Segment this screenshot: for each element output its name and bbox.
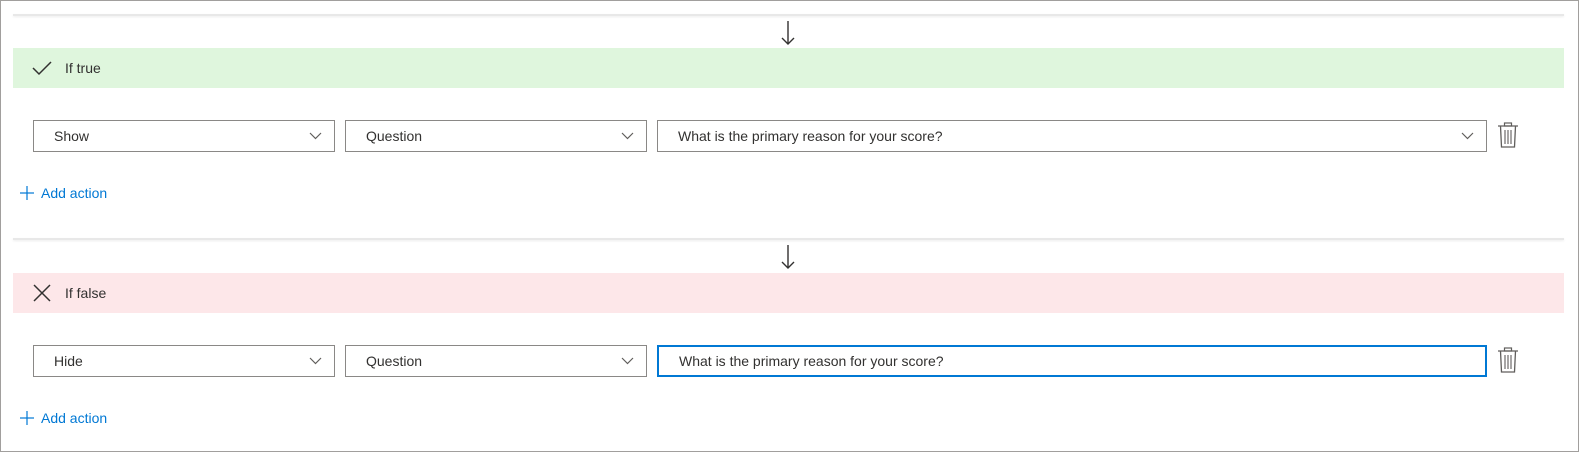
- action-type-value: Hide: [54, 353, 83, 369]
- question-dropdown[interactable]: What is the primary reason for your scor…: [657, 120, 1487, 152]
- down-arrow-icon: [779, 19, 797, 47]
- section-divider: [13, 238, 1564, 240]
- chevron-down-icon: [308, 129, 322, 143]
- close-icon: [31, 282, 53, 304]
- add-action-button[interactable]: Add action: [19, 183, 107, 203]
- checkmark-icon: [31, 57, 53, 79]
- down-arrow-icon: [779, 243, 797, 271]
- action-type-value: Show: [54, 128, 90, 144]
- delete-action-button[interactable]: [1496, 121, 1520, 151]
- add-action-label: Add action: [41, 410, 108, 426]
- chevron-down-icon: [620, 354, 634, 368]
- if-true-header: If true: [13, 48, 1564, 88]
- question-dropdown[interactable]: What is the primary reason for your scor…: [657, 345, 1487, 377]
- question-value: What is the primary reason for your scor…: [678, 128, 943, 144]
- question-value: What is the primary reason for your scor…: [679, 353, 944, 369]
- chevron-down-icon: [1460, 129, 1474, 143]
- if-true-label: If true: [65, 60, 101, 76]
- action-type-dropdown[interactable]: Hide: [33, 345, 335, 377]
- action-target-value: Question: [366, 128, 423, 144]
- section-divider: [13, 14, 1564, 16]
- add-action-button[interactable]: Add action: [19, 408, 107, 428]
- if-false-header: If false: [13, 273, 1564, 313]
- action-target-value: Question: [366, 353, 423, 369]
- delete-action-button[interactable]: [1496, 346, 1520, 376]
- add-action-label: Add action: [41, 185, 108, 201]
- branching-rule-panel: If true Show Question What is the primar…: [0, 0, 1579, 452]
- action-target-dropdown[interactable]: Question: [345, 345, 647, 377]
- trash-icon: [1497, 121, 1519, 151]
- action-type-dropdown[interactable]: Show: [33, 120, 335, 152]
- plus-icon: [19, 410, 35, 426]
- chevron-down-icon: [620, 129, 634, 143]
- plus-icon: [19, 185, 35, 201]
- if-false-label: If false: [65, 285, 107, 301]
- trash-icon: [1497, 346, 1519, 376]
- chevron-down-icon: [308, 354, 322, 368]
- action-target-dropdown[interactable]: Question: [345, 120, 647, 152]
